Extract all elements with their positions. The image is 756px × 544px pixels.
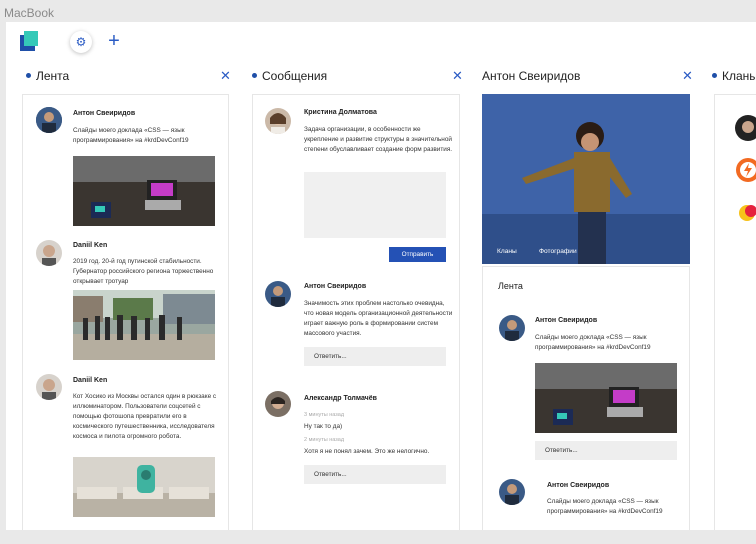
conference-photo (73, 156, 215, 226)
conference-photo (535, 363, 677, 433)
message-time: 3 минуты назад (304, 412, 345, 418)
gear-icon[interactable]: ⚙ (70, 31, 92, 53)
logo-shape-front (24, 31, 38, 46)
reply-button[interactable]: Ответить... (304, 465, 446, 484)
post-author[interactable]: Daniil Ken (73, 242, 107, 249)
post-image[interactable] (73, 290, 215, 360)
app-logo[interactable] (20, 31, 40, 53)
reply-button[interactable]: Ответить... (304, 347, 446, 366)
feed-post: Daniil Ken 2019 год. 20-й год путинской … (23, 230, 228, 360)
post-text: 2019 год. 20-й год путинской стабильност… (73, 258, 214, 285)
message-time: 2 минуты назад (304, 437, 345, 443)
message-text: Значимость этих проблем настолько очевид… (304, 300, 453, 337)
message-thread: Антон Свеиридов Значимость этих проблем … (253, 275, 459, 375)
feed-card: Антон Свеиридов Слайды моего доклада «CS… (22, 94, 229, 530)
avatar-image (36, 107, 62, 133)
close-icon[interactable]: ✕ (682, 68, 693, 84)
messages-card: Кристина Долматова Задача организации, в… (252, 94, 460, 530)
feed-post: Daniil Ken Кот Хосико из Москвы остался … (23, 365, 228, 530)
street-photo (73, 290, 215, 360)
messages-column: Сообщения ✕ Кристина Долматова Задача ор… (250, 66, 472, 530)
profile-title: Антон Свеиридов (482, 69, 581, 83)
message-input[interactable] (304, 172, 446, 238)
clans-column: Кланы (708, 66, 756, 530)
feed-header: Лента ✕ (20, 66, 242, 92)
post-text: Кот Хосико из Москвы остался один в рюкз… (73, 393, 217, 440)
close-icon[interactable]: ✕ (452, 68, 463, 84)
messages-title: Сообщения (262, 69, 328, 83)
post-image[interactable] (73, 156, 215, 226)
profile-header: Антон Свеиридов ✕ (480, 66, 702, 92)
avatar[interactable] (499, 315, 525, 341)
plus-icon[interactable]: + (106, 31, 122, 51)
clan-avatar[interactable] (735, 199, 756, 225)
avatar-image (265, 391, 291, 417)
profile-cover (482, 94, 690, 264)
profile-column: Антон Свеиридов ✕ Кланы Фотографии Лента… (480, 66, 702, 530)
message-line: Ну так то да) (304, 423, 343, 430)
avatar-image (499, 315, 525, 341)
clan-avatar[interactable] (735, 157, 756, 183)
post-image[interactable] (73, 457, 215, 517)
avatar-image (36, 374, 62, 400)
avatar[interactable] (36, 374, 62, 400)
avatar[interactable] (265, 108, 291, 134)
clan-image (736, 158, 756, 182)
message-line: Хотя я не понял зачем. Это же нелогично. (304, 448, 430, 455)
clan-image (735, 115, 756, 141)
feed-dot-icon (26, 73, 31, 78)
avatar[interactable] (265, 391, 291, 417)
messages-dot-icon (252, 73, 257, 78)
avatar[interactable] (499, 479, 525, 505)
clans-dot-icon (712, 73, 717, 78)
profile-photo (482, 94, 690, 264)
profile-card: Кланы Фотографии Лента Антон Свеиридов С… (482, 94, 690, 530)
post-author[interactable]: Антон Свеиридов (547, 482, 609, 489)
post-text: Слайды моего доклада «CSS — язык програм… (73, 127, 189, 144)
clans-title: Кланы (722, 69, 756, 83)
message-author[interactable]: Александр Толмачёв (304, 395, 377, 402)
top-bar: ⚙ + (6, 22, 756, 66)
app-screen: ⚙ + Лента ✕ Антон Свеиридов Слайды моего… (6, 22, 756, 530)
profile-feed-title: Лента (498, 281, 523, 291)
message-thread: Александр Толмачёв 3 минуты назад Ну так… (253, 385, 459, 505)
avatar-image (265, 108, 291, 134)
avatar-image (36, 240, 62, 266)
cat-backpack-photo (73, 457, 215, 517)
messages-header: Сообщения ✕ (250, 66, 472, 92)
clans-card (714, 94, 756, 530)
avatar-image (499, 479, 525, 505)
post-author[interactable]: Daniil Ken (73, 377, 107, 384)
message-author[interactable]: Антон Свеиридов (304, 283, 366, 290)
post-author[interactable]: Антон Свеиридов (73, 110, 135, 117)
tab-photos[interactable]: Фотографии (539, 247, 577, 257)
clans-header: Кланы (708, 66, 756, 92)
feed-title: Лента (36, 69, 70, 83)
avatar[interactable] (36, 107, 62, 133)
device-frame-label: MacBook (4, 6, 55, 20)
reply-button[interactable]: Ответить... (535, 441, 677, 460)
avatar[interactable] (265, 281, 291, 307)
post-author[interactable]: Антон Свеиридов (535, 317, 597, 324)
avatar[interactable] (36, 240, 62, 266)
message-text: Задача организации, в особенности же укр… (304, 126, 453, 153)
clan-avatar[interactable] (735, 115, 756, 141)
profile-feed: Лента Антон Свеиридов Слайды моего докла… (482, 266, 690, 530)
feed-post: Антон Свеиридов Слайды моего доклада «CS… (23, 95, 228, 226)
message-thread: Кристина Долматова Задача организации, в… (253, 95, 459, 273)
message-author[interactable]: Кристина Долматова (304, 109, 377, 116)
clan-image (735, 199, 756, 225)
close-icon[interactable]: ✕ (220, 68, 231, 84)
avatar-image (265, 281, 291, 307)
post-text: Слайды моего доклада «CSS — язык програм… (535, 334, 651, 351)
post-image[interactable] (535, 363, 677, 433)
send-button[interactable]: Отправить (389, 247, 446, 262)
post-text: Слайды моего доклада «CSS — язык програм… (547, 498, 663, 515)
tab-clans[interactable]: Кланы (497, 247, 517, 257)
feed-column: Лента ✕ Антон Свеиридов Слайды моего док… (20, 66, 242, 530)
